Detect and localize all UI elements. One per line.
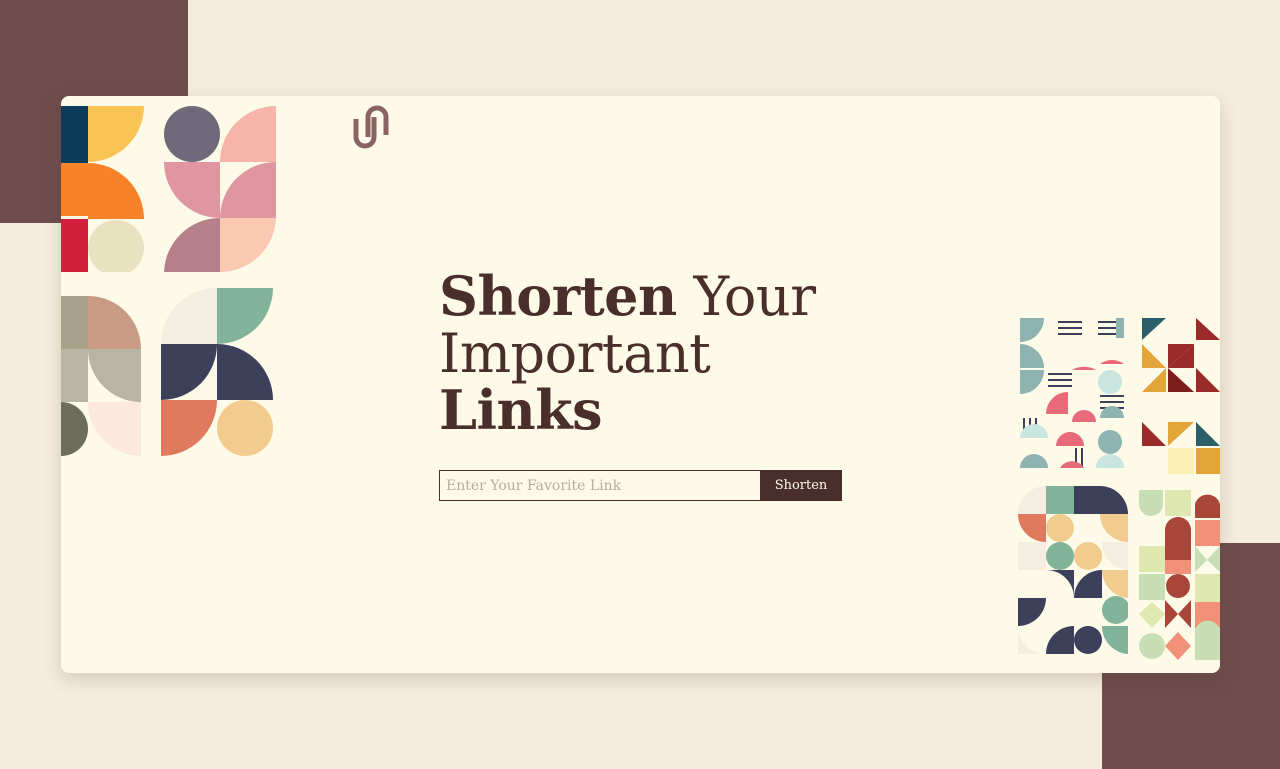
hero-card: Shorten Your Important Links Shorten: [61, 96, 1220, 673]
link-logo-icon[interactable]: [352, 105, 390, 149]
geometric-pattern-bottom-right-b: [1139, 490, 1220, 660]
geometric-pattern-top-right-b: [1142, 318, 1220, 474]
geometric-pattern-top-right-a: [1020, 318, 1124, 468]
link-input[interactable]: [439, 470, 760, 501]
geometric-pattern-mid-left: [61, 296, 141, 456]
geometric-pattern-bottom-right-a: [1018, 486, 1128, 654]
geometric-pattern-top-left: [61, 106, 144, 272]
headline-line-1: Shorten Your: [439, 265, 816, 328]
geometric-pattern-top-center: [164, 106, 276, 272]
geometric-pattern-bottom-left: [161, 288, 273, 456]
headline-line-3: Links: [439, 378, 603, 442]
shorten-form: Shorten: [439, 470, 842, 501]
headline-line-2: Important: [439, 322, 711, 385]
shorten-button[interactable]: Shorten: [760, 470, 842, 501]
headline-bold-word: Shorten: [439, 264, 677, 328]
hero-headline: Shorten Your Important Links: [439, 268, 816, 439]
headline-line-1-rest: Your: [676, 265, 816, 328]
